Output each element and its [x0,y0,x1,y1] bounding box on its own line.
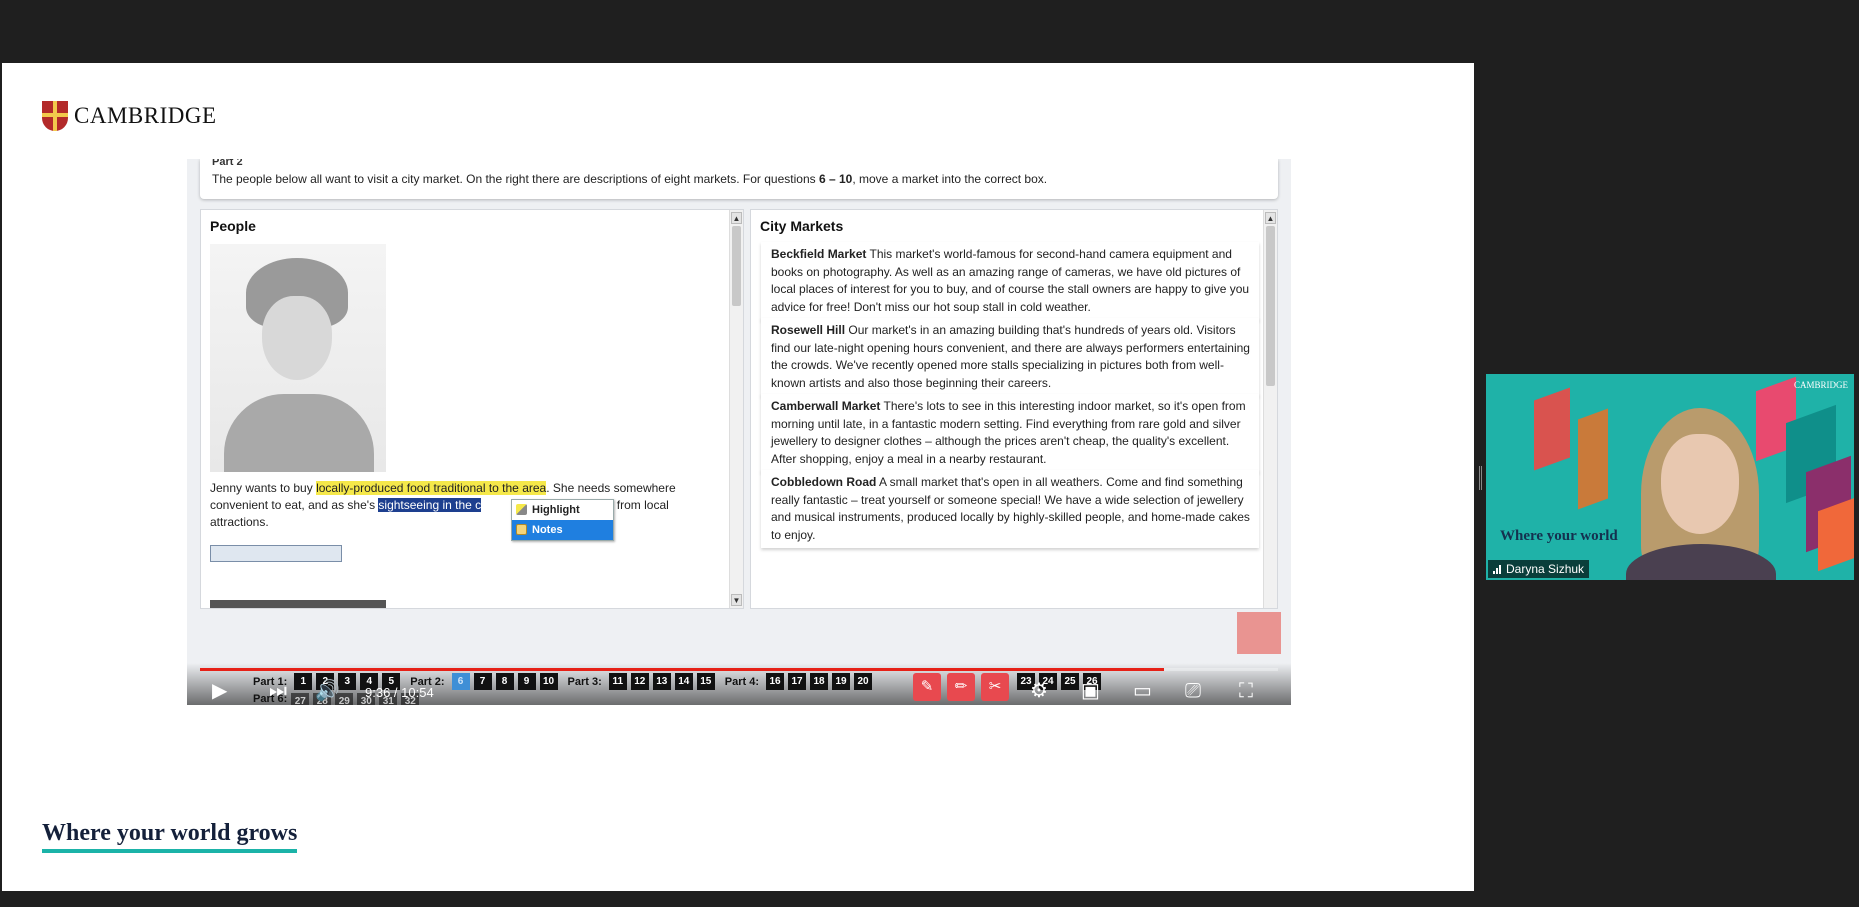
question-17[interactable]: 17 [788,673,806,690]
scroll-thumb[interactable] [732,226,741,306]
menu-item-notes[interactable]: Notes [512,520,613,540]
cambridge-badge-icon [1237,612,1281,654]
speaker-video-tile[interactable]: CAMBRIDGE Where your world Daryna Sizhuk [1486,374,1854,580]
theater-mode-icon[interactable]: ▭ [1133,680,1152,702]
scroll-down-icon[interactable]: ▼ [731,594,742,606]
scroll-thumb[interactable] [1266,226,1275,386]
cast-icon[interactable]: ⎚ [1185,680,1201,702]
markets-panel: City Markets Beckfield Market This marke… [750,209,1278,609]
pen-tool-icon[interactable]: ✏ [947,673,975,701]
question-9[interactable]: 9 [517,673,536,690]
part-title: Part 2 [212,159,243,168]
notes-icon [516,524,527,535]
question-12[interactable]: 12 [630,673,649,690]
settings-icon[interactable]: ⚙ [1030,680,1048,702]
speaker-name-label: Daryna Sizhuk [1488,560,1590,578]
people-title: People [210,218,256,234]
person-description: Jenny wants to buy locally-produced food… [210,481,676,529]
person-photo [210,244,386,472]
signal-icon [1493,564,1501,574]
scroll-up-icon[interactable]: ▲ [1265,212,1276,224]
menu-item-highlight[interactable]: Highlight [512,500,613,520]
question-6[interactable]: 6 [451,673,470,690]
eraser-tool-icon[interactable]: ✎ [913,673,941,701]
people-scrollbar[interactable]: ▲ ▼ [729,210,743,608]
progress-fill [200,668,1164,671]
logo-text: CAMBRIDGE [74,103,217,128]
progress-bar[interactable] [200,668,1278,671]
panel-resize-handle[interactable] [1479,466,1482,490]
question-7[interactable]: 7 [473,673,492,690]
question-navigator: Part 1: 1 2 3 4 5 Part 2: 6 7 8 9 10 Par… [247,673,872,690]
task-instruction: The people below all want to visit a cit… [212,172,1048,186]
shared-slide: CAMBRIDGE Part 2 The people below all wa… [2,63,1474,891]
question-19[interactable]: 19 [832,673,850,690]
cam-logo: CAMBRIDGE [1793,380,1848,390]
market-card[interactable]: Beckfield Market This market's world-fam… [761,242,1259,320]
cambridge-logo: CAMBRIDGE [42,101,217,131]
markets-scrollbar[interactable]: ▲ [1263,210,1277,608]
miniplayer-icon[interactable]: ▣ [1081,680,1100,702]
highlighter-icon [516,504,527,515]
next-person-photo [210,600,386,608]
question-13[interactable]: 13 [652,673,671,690]
cambridge-crest-icon [42,101,68,131]
question-3[interactable]: 3 [338,673,357,690]
fullscreen-icon[interactable]: ⛶ [1239,680,1253,702]
cam-tagline: Where your world [1500,528,1618,544]
embedded-video[interactable]: Part 2 The people below all want to visi… [187,159,1291,705]
market-card[interactable]: Camberwall Market There's lots to see in… [761,394,1259,472]
question-11[interactable]: 11 [608,673,627,690]
question-25[interactable]: 25 [1061,673,1079,690]
question-16[interactable]: 16 [766,673,784,690]
question-20[interactable]: 20 [854,673,872,690]
slide-tagline: Where your world grows [42,820,298,853]
markets-title: City Markets [760,218,844,234]
cut-tool-icon[interactable]: ✂ [981,673,1009,701]
zoom-meeting-window: CAMBRIDGE Part 2 The people below all wa… [0,0,1859,907]
answer-drop-box[interactable] [210,545,342,562]
market-card[interactable]: Rosewell Hill Our market's in an amazing… [761,318,1259,396]
question-10[interactable]: 10 [539,673,558,690]
video-controls: Part 1: 1 2 3 4 5 Part 2: 6 7 8 9 10 Par… [187,663,1291,705]
next-icon[interactable]: ⏭ [269,680,287,702]
video-time: 9:36 / 10:54 [365,685,434,700]
task-header: Part 2 The people below all want to visi… [200,159,1278,199]
question-1[interactable]: 1 [294,673,313,690]
question-15[interactable]: 15 [696,673,715,690]
play-icon[interactable]: ▶ [212,680,227,702]
question-14[interactable]: 14 [674,673,693,690]
selected-text: sightseeing in the c [378,498,482,512]
context-menu: Highlight Notes [511,499,614,541]
market-card[interactable]: Cobbledown Road A small market that's op… [761,470,1259,548]
people-panel: People Jenny wants to buy locally-produc… [200,209,744,609]
volume-icon[interactable]: 🔊 [315,680,340,702]
scroll-up-icon[interactable]: ▲ [731,212,742,224]
question-18[interactable]: 18 [810,673,828,690]
question-8[interactable]: 8 [495,673,514,690]
yellow-highlight: locally-produced food traditional to the… [316,481,547,495]
